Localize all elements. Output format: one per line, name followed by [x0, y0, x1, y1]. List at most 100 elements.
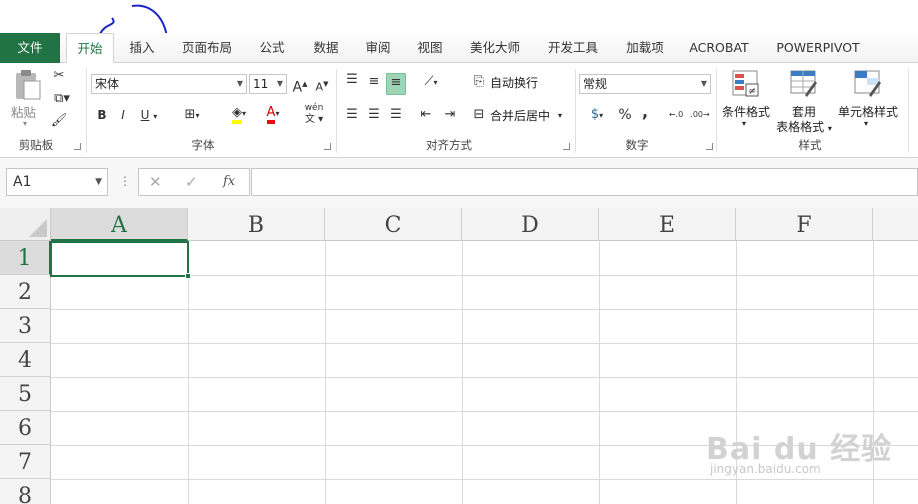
enter-icon[interactable]: ✓ — [185, 173, 198, 191]
group-label-styles: 样式 — [798, 138, 822, 152]
tab-view[interactable]: 视图 — [408, 33, 452, 63]
separator — [336, 69, 337, 153]
cell-styles-icon — [854, 70, 881, 97]
row-header-6[interactable]: 6 — [0, 411, 51, 445]
align-middle-icon[interactable]: ≡ — [364, 73, 384, 91]
align-right-icon[interactable]: ☰ — [386, 106, 406, 124]
row-header-4[interactable]: 4 — [0, 343, 51, 377]
font-size-combo[interactable]: 11 ▼ — [249, 74, 287, 94]
row-header-3[interactable]: 3 — [0, 309, 51, 343]
decrease-decimal-icon[interactable]: .00→ — [690, 106, 710, 124]
increase-decimal-icon[interactable]: ←.0 — [666, 106, 686, 124]
cut-icon[interactable]: ✂ — [50, 67, 68, 85]
row-header-7[interactable]: 7 — [0, 445, 51, 479]
cell-styles-button[interactable]: 单元格样式 ▾ — [836, 67, 900, 133]
row-header-2[interactable]: 2 — [0, 275, 51, 309]
increase-indent-icon[interactable]: ⇥ — [440, 106, 460, 124]
number-format-combo[interactable]: 常规 ▼ — [579, 74, 711, 94]
alignment-launcher-icon[interactable] — [563, 143, 570, 150]
tab-home[interactable]: 开始 — [66, 33, 114, 64]
watermark-url: jingyan.baidu.com — [710, 462, 821, 476]
table-format-icon — [790, 70, 817, 97]
vertical-dots-icon[interactable]: ⋮ — [119, 174, 131, 188]
conditional-format-button[interactable]: ≠ 条件格式 ▾ — [720, 67, 772, 133]
separator — [716, 69, 717, 153]
bold-button[interactable]: B — [94, 106, 110, 124]
comma-button[interactable]: , — [638, 103, 652, 121]
name-box[interactable]: A1 ▼ — [6, 168, 108, 196]
separator — [86, 69, 87, 153]
gridline — [188, 241, 189, 504]
orientation-icon[interactable]: ⟋▾ — [416, 73, 446, 92]
align-top-icon[interactable]: ☰ — [342, 71, 362, 89]
row-header-8[interactable]: 8 — [0, 479, 51, 504]
merge-center-label: 合并后居中 — [490, 109, 551, 123]
tab-powerpivot[interactable]: POWERPIVOT — [770, 33, 866, 63]
percent-button[interactable]: % — [616, 106, 634, 124]
font-name-combo[interactable]: 宋体 ▼ — [91, 74, 247, 94]
fill-handle[interactable] — [185, 273, 191, 279]
fill-color-icon[interactable]: ◈▾ — [222, 104, 256, 124]
font-color-icon[interactable]: A▾ — [256, 104, 290, 124]
separator — [575, 69, 576, 153]
gridline — [599, 241, 600, 504]
clipboard-icon — [16, 70, 41, 100]
wrap-text-icon: ⎘ — [473, 74, 485, 89]
column-header-a[interactable]: A — [51, 208, 188, 241]
tab-beautify[interactable]: 美化大师 — [462, 33, 528, 63]
align-bottom-icon[interactable]: ≡ — [386, 73, 406, 95]
italic-button[interactable]: I — [115, 106, 131, 124]
ribbon: 粘贴 ▾ ✂ ⧉▾ 🖌 剪贴板 宋体 ▼ 11 ▼ A▲ A▼ B I U ▾ … — [0, 63, 918, 158]
tab-data[interactable]: 数据 — [304, 33, 348, 63]
tab-review[interactable]: 审阅 — [356, 33, 400, 63]
tab-developer[interactable]: 开发工具 — [540, 33, 606, 63]
tab-insert[interactable]: 插入 — [120, 33, 164, 63]
number-launcher-icon[interactable] — [706, 143, 713, 150]
row-header-1[interactable]: 1 — [0, 241, 51, 275]
font-size-value: 11 — [253, 77, 269, 91]
formula-buttons: ✕ ✓ fx — [138, 168, 250, 196]
underline-button[interactable]: U ▾ — [136, 106, 162, 126]
column-header-c[interactable]: C — [325, 208, 462, 241]
copy-icon[interactable]: ⧉▾ — [50, 90, 74, 108]
accounting-format-icon[interactable]: $▾ — [582, 106, 612, 125]
chevron-down-icon: ▾ — [864, 119, 869, 128]
chevron-down-icon: ▼ — [95, 177, 102, 187]
column-header-g[interactable] — [873, 208, 918, 241]
cancel-icon[interactable]: ✕ — [149, 173, 162, 191]
phonetic-icon[interactable]: wén 文 ▾ — [298, 103, 330, 126]
tab-file[interactable]: 文件 — [0, 33, 60, 63]
paste-button[interactable]: 粘贴 ▾ — [8, 67, 46, 131]
grow-font-icon[interactable]: A▲ — [292, 75, 308, 97]
format-painter-icon[interactable]: 🖌 — [50, 112, 68, 130]
borders-icon[interactable]: ⊞▾ — [178, 106, 206, 125]
select-all-button[interactable] — [0, 208, 51, 241]
chevron-down-icon: ▼ — [700, 79, 707, 88]
row-header-5[interactable]: 5 — [0, 377, 51, 411]
merge-center-button[interactable]: ⊟ 合并后居中 ▾ — [470, 106, 570, 126]
column-header-e[interactable]: E — [599, 208, 736, 241]
gridline — [51, 343, 918, 344]
tab-page-layout[interactable]: 页面布局 — [176, 33, 238, 63]
tab-formulas[interactable]: 公式 — [250, 33, 294, 63]
column-header-f[interactable]: F — [736, 208, 873, 241]
clipboard-launcher-icon[interactable] — [74, 143, 81, 150]
formula-input[interactable] — [251, 168, 918, 196]
decrease-indent-icon[interactable]: ⇤ — [416, 106, 436, 124]
selected-cell-a1[interactable] — [50, 241, 191, 279]
conditional-format-icon: ≠ — [732, 70, 759, 97]
tab-acrobat[interactable]: ACROBAT — [684, 33, 754, 63]
align-left-icon[interactable]: ☰ — [342, 106, 362, 124]
tab-addins[interactable]: 加载项 — [618, 33, 672, 63]
font-launcher-icon[interactable] — [324, 143, 331, 150]
format-as-table-label-2: 表格格式 ▾ — [776, 120, 832, 134]
gridline — [325, 241, 326, 504]
align-center-icon[interactable]: ☰ — [364, 106, 384, 124]
format-as-table-button[interactable]: 套用 表格格式 ▾ — [776, 67, 832, 134]
column-header-b[interactable]: B — [188, 208, 325, 241]
insert-function-icon[interactable]: fx — [223, 174, 235, 189]
formula-bar: A1 ▼ ⋮ ✕ ✓ fx — [0, 158, 918, 208]
column-header-d[interactable]: D — [462, 208, 599, 241]
shrink-font-icon[interactable]: A▼ — [314, 75, 330, 97]
wrap-text-button[interactable]: ⎘ 自动换行 — [470, 73, 566, 93]
